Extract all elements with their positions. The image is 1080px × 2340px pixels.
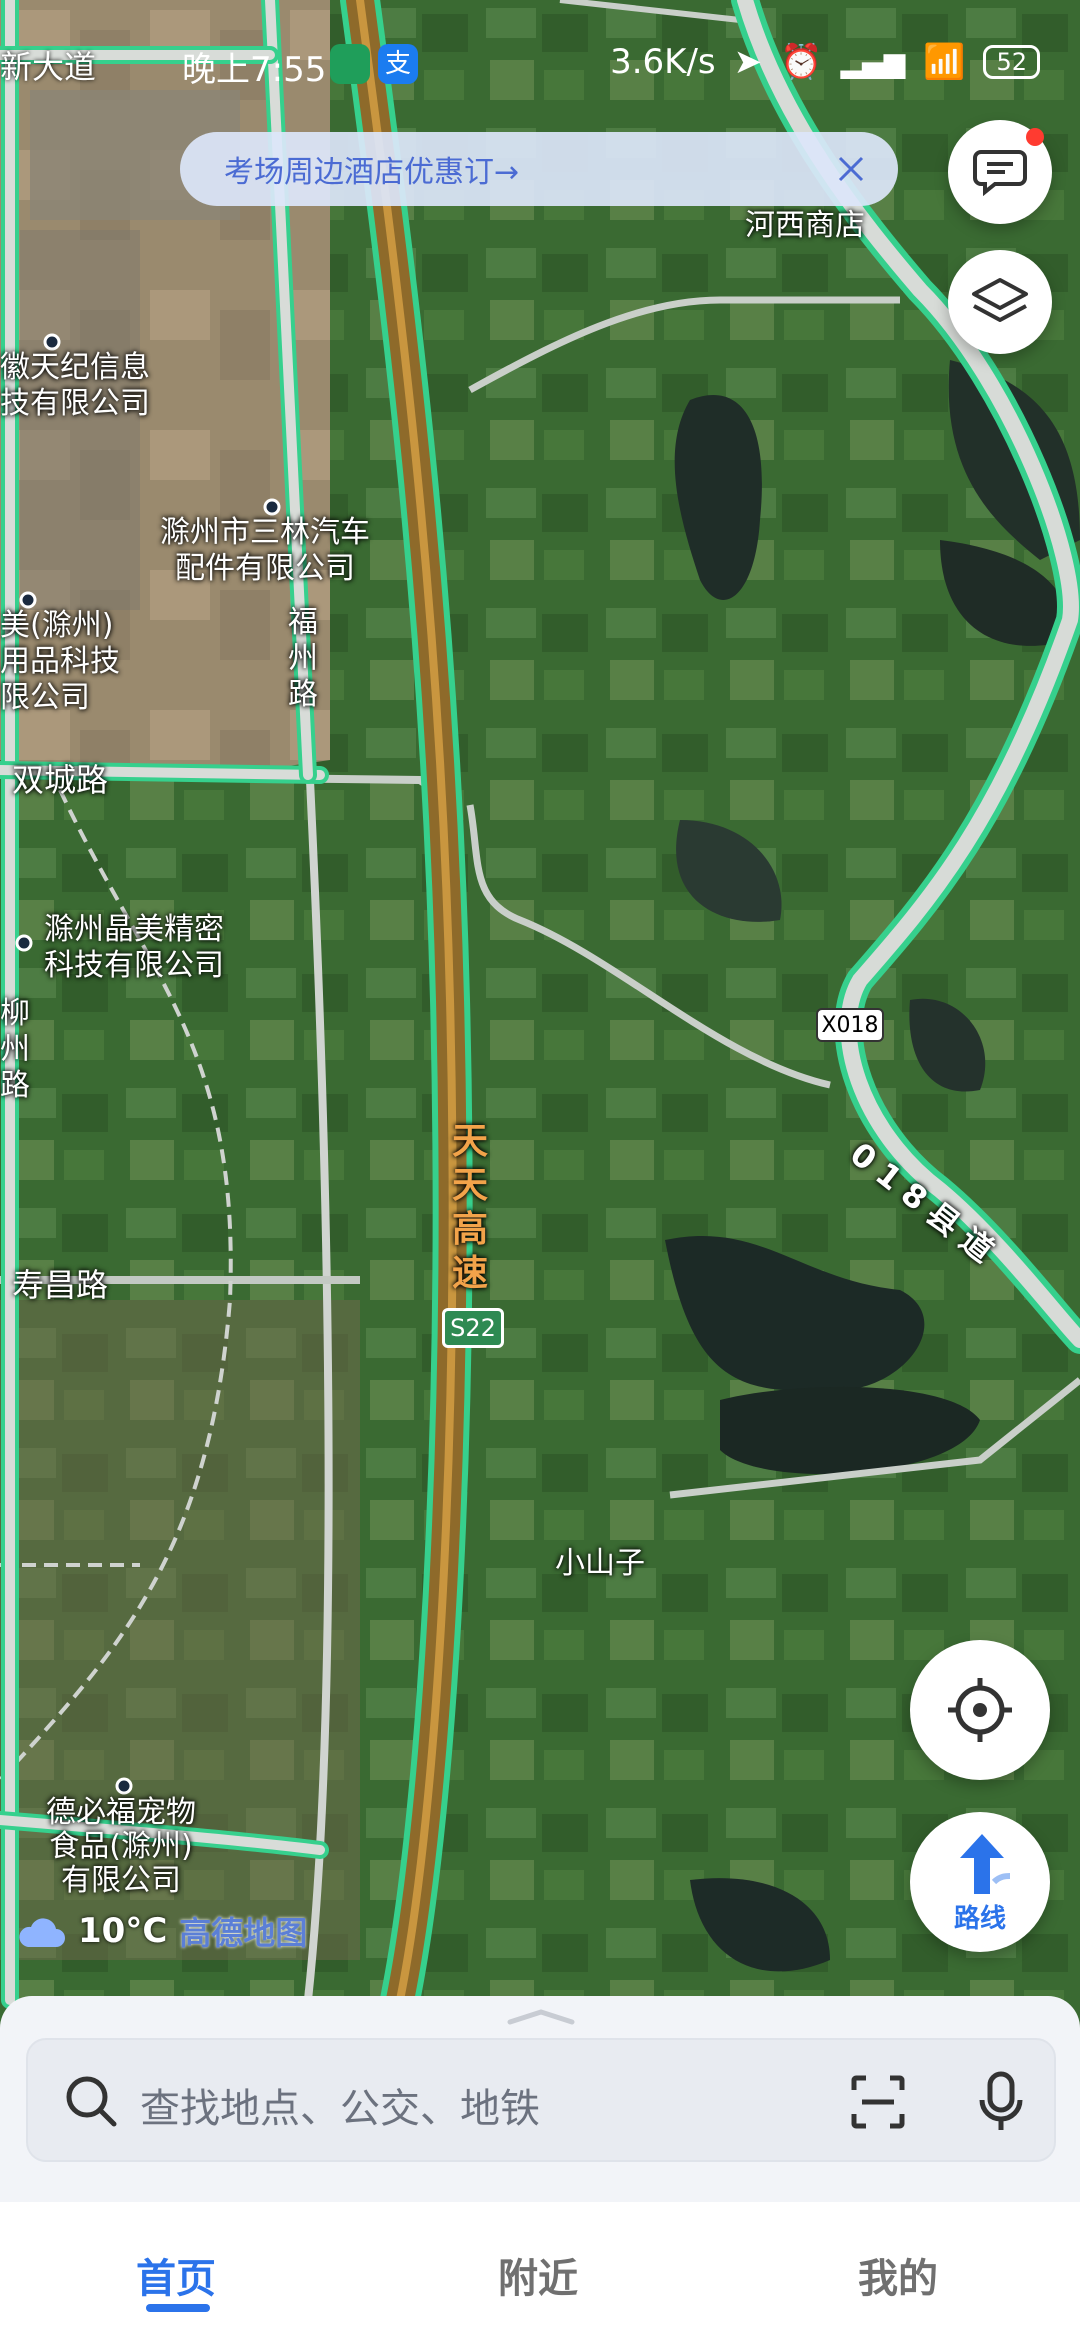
route-button[interactable]: 路线 xyxy=(910,1812,1050,1952)
chat-bubble-icon xyxy=(973,150,1027,196)
map-label-hexi-store[interactable]: 河西商店 xyxy=(745,200,865,244)
active-tab-indicator xyxy=(146,2304,210,2312)
status-time: 晚上7:55 xyxy=(182,50,327,90)
route-arrow-icon xyxy=(960,1833,1011,1894)
network-speed: 3.6K/s xyxy=(610,42,716,82)
highway-shield-s22[interactable]: S22 xyxy=(442,1308,504,1348)
map-label-sanlin[interactable]: 滁州市三林汽车 配件有限公司 xyxy=(160,515,370,587)
close-icon[interactable] xyxy=(826,144,876,194)
map-label-mei[interactable]: 美(滁州) 用品科技 限公司 xyxy=(0,608,120,716)
locate-me-button[interactable] xyxy=(910,1640,1050,1780)
panel-grabber-icon[interactable] xyxy=(506,2008,576,2026)
map-label-liu-road[interactable]: 柳 州 路 xyxy=(0,996,30,1104)
alipay-icon: 支 xyxy=(378,44,418,84)
app-notification-icon xyxy=(330,44,370,84)
status-bar: 新大道 晚上7:55 支 3.6K/s ➤ ⏰ ▂▄▆ 📶 52 xyxy=(0,0,1080,120)
alarm-icon: ⏰ xyxy=(780,42,823,82)
battery-level: 52 xyxy=(996,48,1027,76)
notification-dot xyxy=(1026,128,1044,146)
hotel-promo-banner[interactable]: 考场周边酒店优惠订→ xyxy=(180,132,898,206)
tab-home[interactable]: 首页 xyxy=(136,2246,216,2304)
map-label-shouchang-road[interactable]: 寿昌路 xyxy=(12,1260,108,1306)
layers-icon xyxy=(972,278,1028,322)
crosshair-icon xyxy=(948,1678,1012,1742)
signal-icon: ▂▄▆ xyxy=(840,45,906,79)
search-bar[interactable]: 查找地点、公交、地铁 xyxy=(26,2038,1056,2162)
weather-widget[interactable]: 10°C 高德地图 xyxy=(16,1908,307,1954)
map-label-shuangcheng-road[interactable]: 双城路 xyxy=(12,755,108,801)
bottom-panel: 查找地点、公交、地铁 首页 附近 我的 xyxy=(0,1996,1080,2340)
search-input[interactable]: 查找地点、公交、地铁 xyxy=(140,2076,540,2134)
map-label-tianji[interactable]: 徽天纪信息 技有限公司 xyxy=(0,350,150,422)
microphone-icon[interactable] xyxy=(976,2070,1026,2134)
battery-icon: 52 xyxy=(983,45,1040,79)
status-partial-road: 新大道 xyxy=(0,48,97,86)
message-button[interactable] xyxy=(948,120,1052,224)
search-icon xyxy=(66,2076,117,2127)
scan-icon[interactable] xyxy=(850,2074,906,2130)
layers-button[interactable] xyxy=(948,250,1052,354)
map-label-xiaoshanzi[interactable]: 小山子 xyxy=(555,1538,645,1582)
location-icon: ➤ xyxy=(733,42,763,82)
road-shield-x018[interactable]: X018 xyxy=(816,1008,884,1042)
map-label-tiantian-highway[interactable]: 天 天 高 速 xyxy=(452,1120,488,1296)
wifi-icon: 📶 xyxy=(923,42,966,82)
bottom-tab-bar: 首页 附近 我的 xyxy=(0,2202,1080,2340)
amap-logo: 高德地图 xyxy=(179,1914,308,1952)
route-label: 路线 xyxy=(953,1903,1006,1934)
cloud-icon xyxy=(19,1918,65,1947)
temperature: 10°C xyxy=(78,1911,168,1951)
tab-mine[interactable]: 我的 xyxy=(858,2246,938,2304)
map-label-jingmei[interactable]: 滁州晶美精密 科技有限公司 xyxy=(44,912,224,984)
map-label-debifu[interactable]: 德必福宠物 食品(滁州) 有限公司 xyxy=(46,1796,196,1898)
hotel-promo-text[interactable]: 考场周边酒店优惠订→ xyxy=(224,147,519,191)
map-label-fuzhou-road[interactable]: 福 州 路 xyxy=(288,605,318,713)
tab-nearby[interactable]: 附近 xyxy=(498,2246,578,2304)
